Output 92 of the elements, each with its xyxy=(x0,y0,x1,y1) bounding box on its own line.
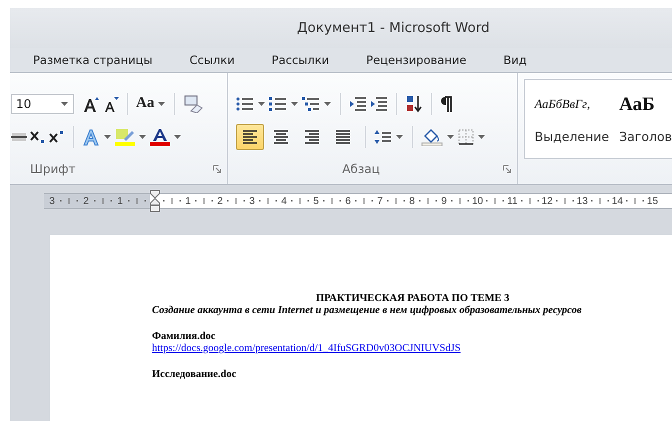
style-name[interactable]: Заголов xyxy=(619,128,672,144)
numbered-list-icon[interactable] xyxy=(269,96,288,111)
ruler-number: 3 xyxy=(48,196,56,206)
group-label: Абзац xyxy=(342,162,380,176)
align-center-icon xyxy=(273,129,290,146)
ruler-tick-marks xyxy=(484,198,506,204)
ruler-number: 1 xyxy=(116,196,124,206)
dropdown-caret-icon[interactable] xyxy=(174,135,181,140)
shrink-font-icon[interactable] xyxy=(103,96,119,112)
strikethrough-icon[interactable] xyxy=(11,131,27,144)
sort-icon[interactable] xyxy=(405,94,424,113)
dropdown-caret-icon[interactable] xyxy=(324,102,332,106)
ruler-tick-marks xyxy=(92,198,114,204)
dropdown-caret-icon[interactable] xyxy=(158,102,166,106)
borders-icon[interactable] xyxy=(458,129,474,146)
align-right-icon xyxy=(304,129,320,146)
dropdown-caret-icon[interactable] xyxy=(447,135,454,140)
dialog-launcher-icon[interactable] xyxy=(502,165,511,174)
dropdown-caret-icon[interactable] xyxy=(478,135,486,140)
ruler-number: 2 xyxy=(82,196,90,206)
dialog-launcher-icon[interactable] xyxy=(213,165,222,174)
dropdown-caret-icon[interactable] xyxy=(258,102,266,106)
dropdown-caret-icon[interactable] xyxy=(291,102,298,106)
justify-align-icon xyxy=(335,129,352,146)
ruler-tick-marks xyxy=(193,198,215,204)
line-spacing-icon[interactable] xyxy=(374,129,392,146)
style-sample[interactable]: АаБ xyxy=(619,94,672,114)
ribbon-tab[interactable]: Рецензирование xyxy=(363,51,470,69)
ruler-tick-marks xyxy=(58,198,80,204)
change-case-button[interactable]: Aa xyxy=(136,95,154,112)
ruler-tick-marks xyxy=(588,198,611,204)
subtitle-text: Создание аккаунта в сети Internet и размещение в нем цифровых образовательных ресурсов xyxy=(152,305,582,316)
ruler-tick-marks xyxy=(624,198,646,204)
ruler-tick-marks xyxy=(161,198,183,204)
ruler-number: 4 xyxy=(280,196,288,206)
increase-indent-icon[interactable] xyxy=(370,96,388,111)
ruler-number: 2 xyxy=(216,196,224,206)
file-name-text: Исследование.doc xyxy=(152,369,236,380)
ruler-tick-marks xyxy=(554,198,576,204)
bullet-list-icon[interactable] xyxy=(236,96,254,111)
ruler-tick-marks xyxy=(126,198,148,204)
align-left-button[interactable] xyxy=(236,124,264,150)
text-effects-icon[interactable] xyxy=(82,128,100,146)
dropdown-caret-icon[interactable] xyxy=(61,102,68,106)
style-name[interactable]: Выделение xyxy=(534,128,610,144)
heading-text: ПРАКТИЧЕСКАЯ РАБОТА ПО ТЕМЕ 3 xyxy=(316,293,510,304)
ruler-number: 13 xyxy=(576,196,588,206)
ruler-tick-marks xyxy=(257,198,279,204)
style-sample[interactable]: АаБбВвГг, xyxy=(534,94,610,114)
ribbon-tab[interactable]: Вид xyxy=(500,51,530,69)
align-left-icon xyxy=(242,129,258,146)
subscript-icon[interactable] xyxy=(30,130,46,144)
ruler-tick-marks xyxy=(321,198,343,204)
indent-marker-icon[interactable] xyxy=(150,190,160,212)
ruler-tick-marks xyxy=(289,198,311,204)
file-name-text: Фамилия.doc xyxy=(152,331,216,342)
ruler-number: 10 xyxy=(472,196,484,206)
superscript-icon[interactable] xyxy=(49,130,65,144)
ruler-tick-marks xyxy=(385,198,407,204)
ruler-number: 1 xyxy=(184,196,192,206)
ruler-number: 3 xyxy=(248,196,256,206)
dropdown-caret-icon[interactable] xyxy=(139,135,146,140)
eraser-icon[interactable] xyxy=(183,94,204,113)
ruler-number: 6 xyxy=(344,196,352,206)
ruler-tick-marks xyxy=(518,198,541,204)
pilcrow-icon[interactable] xyxy=(440,96,452,112)
font-size-field[interactable]: 10 xyxy=(11,94,74,114)
ribbon-tab[interactable]: Рассылки xyxy=(268,51,332,69)
multilevel-list-icon[interactable] xyxy=(302,96,320,111)
ruler-number: 8 xyxy=(408,196,416,206)
ruler-number: 7 xyxy=(376,196,384,206)
ruler-number: 14 xyxy=(612,196,623,206)
dropdown-caret-icon[interactable] xyxy=(396,135,404,140)
ruler-tick-marks xyxy=(225,198,247,204)
ruler-number: 11 xyxy=(507,196,518,206)
ruler-tick-marks xyxy=(353,198,375,204)
ribbon-tab[interactable]: Разметка страницы xyxy=(30,51,156,69)
grow-font-icon[interactable] xyxy=(82,96,100,112)
dropdown-caret-icon[interactable] xyxy=(104,135,111,140)
decrease-indent-icon[interactable] xyxy=(349,96,368,111)
ruler-tick-marks xyxy=(449,198,471,204)
window-title: Документ1 - Microsoft Word xyxy=(297,20,490,36)
ruler-number: 15 xyxy=(646,196,658,206)
font-color-icon[interactable] xyxy=(150,128,170,146)
hyperlink[interactable]: https://docs.google.com/presentation/d/1_4IfuSGRD0v03OCJNIUVSdJS xyxy=(152,343,461,354)
ruler-number: 9 xyxy=(440,196,448,206)
group-label: Шрифт xyxy=(30,162,76,176)
ruler-tick-marks xyxy=(417,198,439,204)
ribbon-tab[interactable]: Ссылки xyxy=(186,51,238,69)
paint-bucket-icon[interactable] xyxy=(421,128,444,146)
ruler-number: 12 xyxy=(542,196,553,206)
ruler-number: 5 xyxy=(312,196,320,206)
